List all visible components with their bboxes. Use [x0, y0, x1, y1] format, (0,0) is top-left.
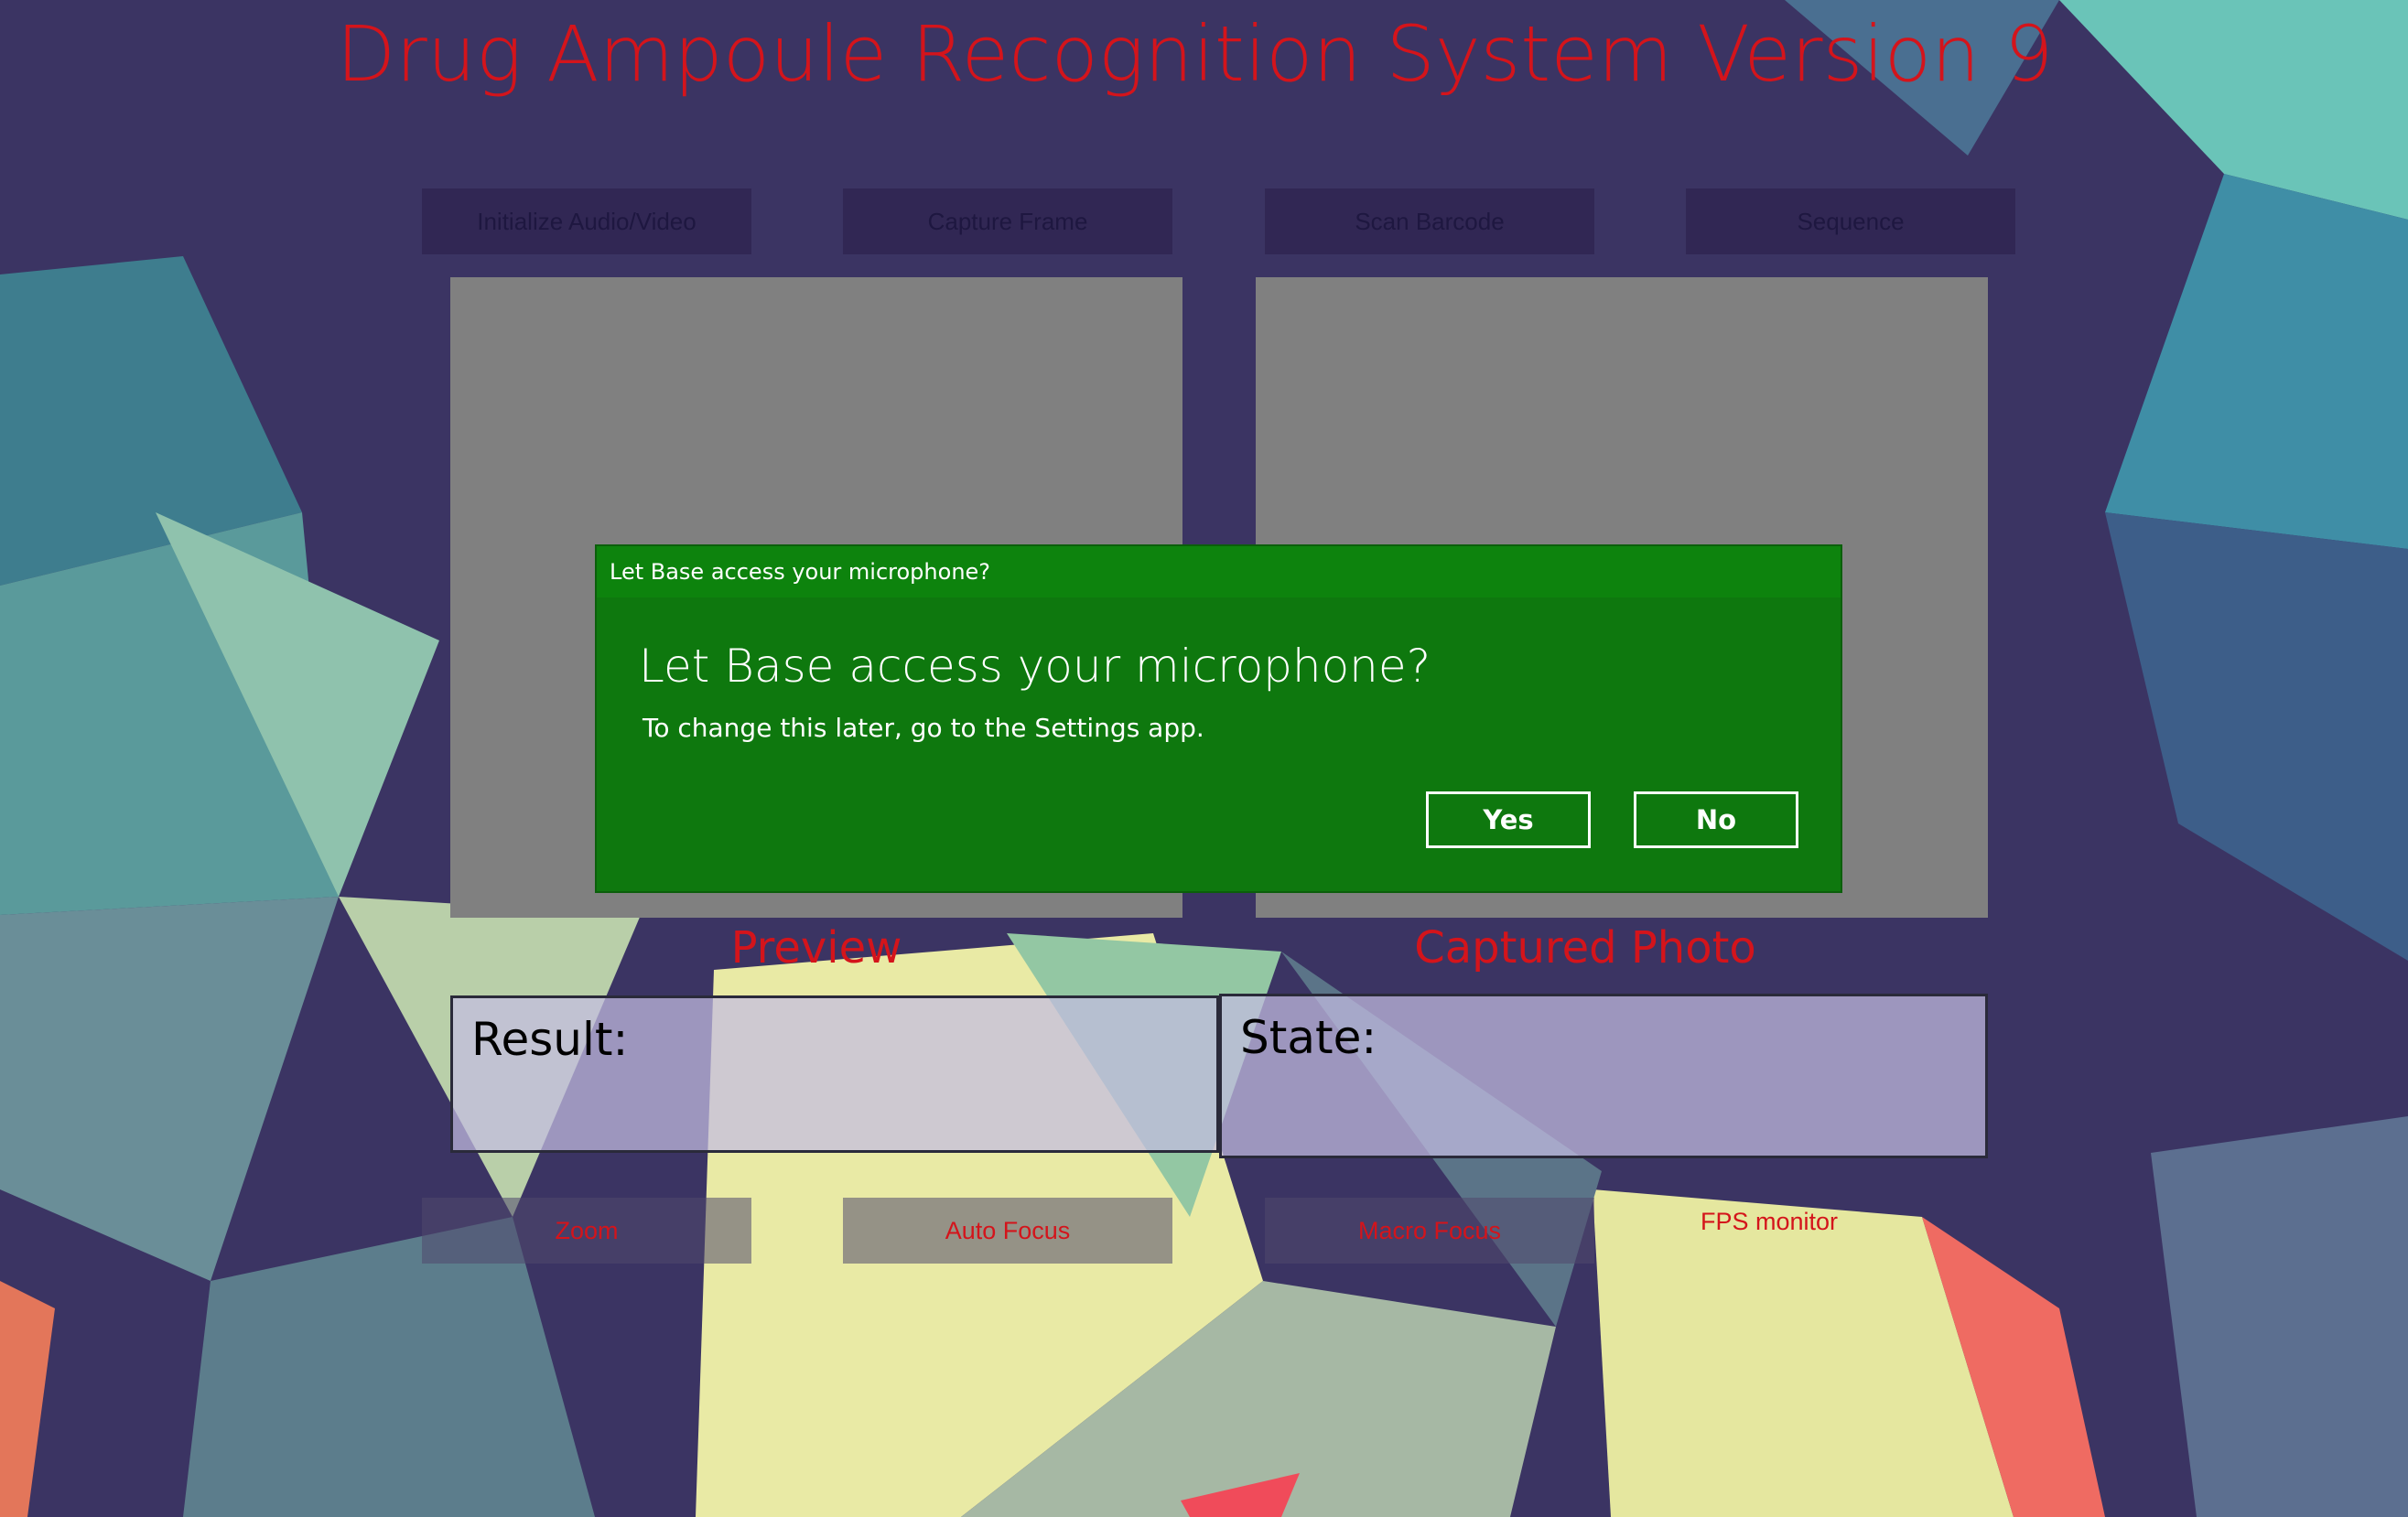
- state-box: State:: [1219, 994, 1988, 1158]
- microphone-permission-dialog: Let Base access your microphone? Let Bas…: [595, 544, 1842, 893]
- app-title: Drug Ampoule Recognition System Version …: [336, 9, 2054, 99]
- result-label: Result:: [471, 1013, 629, 1066]
- macro-focus-button[interactable]: Macro Focus: [1265, 1198, 1594, 1264]
- initialize-audio-video-button[interactable]: Initialize Audio/Video: [422, 188, 751, 254]
- auto-focus-button[interactable]: Auto Focus: [843, 1198, 1172, 1264]
- sequence-button[interactable]: Sequence: [1686, 188, 2015, 254]
- no-button[interactable]: No: [1634, 791, 1798, 848]
- captured-photo-caption: Captured Photo: [1414, 922, 1756, 974]
- preview-caption: Preview: [730, 922, 902, 974]
- state-label: State:: [1240, 1011, 1377, 1064]
- yes-button[interactable]: Yes: [1426, 791, 1591, 848]
- fps-monitor-label[interactable]: FPS monitor: [1701, 1208, 1838, 1236]
- capture-frame-button[interactable]: Capture Frame: [843, 188, 1172, 254]
- scan-barcode-button[interactable]: Scan Barcode: [1265, 188, 1594, 254]
- zoom-button[interactable]: Zoom: [422, 1198, 751, 1264]
- dialog-titlebar: Let Base access your microphone?: [597, 546, 1841, 597]
- result-box: Result:: [450, 995, 1219, 1153]
- dialog-heading: Let Base access your microphone?: [639, 640, 1431, 693]
- dialog-message: To change this later, go to the Settings…: [642, 713, 1204, 743]
